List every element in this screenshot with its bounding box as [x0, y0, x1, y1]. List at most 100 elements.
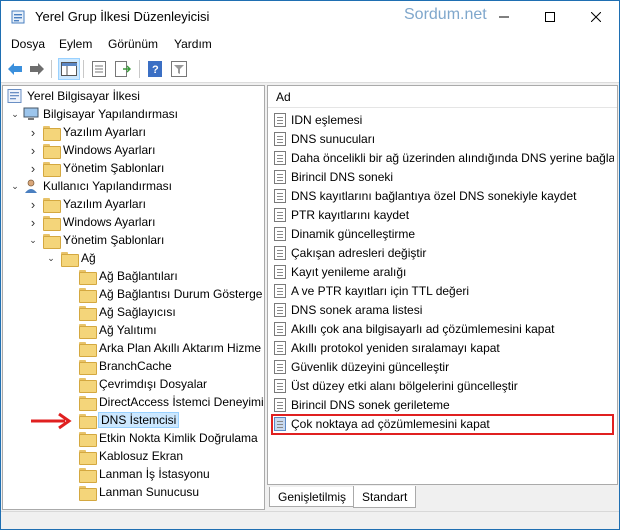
collapsed-chevron-icon[interactable]: › — [27, 197, 39, 212]
filter-button[interactable] — [169, 59, 189, 79]
policy-item-label: DNS sunucuları — [291, 131, 376, 146]
policy-item-label: Daha öncelikli bir ağ üzerinden alındığı… — [291, 150, 614, 165]
tree-item[interactable]: › Windows Ayarları — [27, 213, 155, 231]
tree-item[interactable]: DNS İstemcisi — [63, 411, 180, 429]
view-tabs: Genişletilmiş Standart — [267, 486, 618, 509]
policy-list-item[interactable]: DNS kayıtlarını bağlantıya özel DNS sone… — [274, 186, 614, 205]
policy-setting-icon — [274, 169, 286, 184]
title-bar: Yerel Grup İlkesi Düzenleyicisi Sordum.n… — [1, 1, 619, 33]
policy-setting-icon — [274, 150, 286, 165]
menu-yardim[interactable]: Yardım — [174, 37, 212, 51]
tree-item[interactable]: Lanman Sunucusu — [63, 483, 199, 501]
policy-item-label: A ve PTR kayıtları için TTL değeri — [291, 283, 470, 298]
minimize-icon — [499, 16, 509, 18]
policy-list-item[interactable]: A ve PTR kayıtları için TTL değeri — [274, 281, 614, 300]
folder-icon — [79, 323, 97, 339]
policy-item-label: Akıllı protokol yeniden sıralamayı kapat — [291, 340, 500, 355]
tree-item[interactable]: DirectAccess İstemci Deneyimi — [63, 393, 264, 411]
minimize-button[interactable] — [481, 1, 527, 33]
policy-list-item[interactable]: Akıllı protokol yeniden sıralamayı kapat — [274, 338, 614, 357]
properties-button[interactable] — [89, 59, 109, 79]
tree-item[interactable]: ⌄ Bilgisayar Yapılandırması — [9, 105, 178, 123]
tree-item[interactable]: Ağ Bağlantısı Durum Gösterge — [63, 285, 262, 303]
tree-item-label: DNS İstemcisi — [97, 412, 180, 428]
policy-list-item[interactable]: PTR kayıtlarını kaydet — [274, 205, 614, 224]
export-list-button[interactable] — [113, 59, 133, 79]
tree-item[interactable]: Ağ Yalıtımı — [63, 321, 157, 339]
tab-standard[interactable]: Standart — [353, 486, 417, 508]
tree-item-label: Çevrimdışı Dosyalar — [99, 377, 208, 391]
console-tree-pane[interactable]: Yerel Bilgisayar İlkesi ⌄ Bilgisayar Yapıl… — [2, 85, 265, 510]
policy-list-item[interactable]: Birincil DNS sonek gerileteme — [274, 395, 614, 414]
tree-item[interactable]: Arka Plan Akıllı Aktarım Hizme — [63, 339, 261, 357]
policy-list-item[interactable]: Daha öncelikli bir ağ üzerinden alındığı… — [274, 148, 614, 167]
watermark-text: Sordum.net — [404, 6, 487, 23]
menu-eylem[interactable]: Eylem — [59, 37, 92, 51]
toolbar-separator — [51, 60, 52, 78]
policy-list-item[interactable]: Dinamik güncelleştirme — [274, 224, 614, 243]
policy-list-item[interactable]: DNS sonek arama listesi — [274, 300, 614, 319]
policy-list-item[interactable]: Güvenlik düzeyini güncelleştir — [274, 357, 614, 376]
close-button[interactable] — [573, 1, 619, 33]
expanded-chevron-icon[interactable]: ⌄ — [27, 234, 39, 246]
tree-item[interactable]: Lanman İş İstasyonu — [63, 465, 210, 483]
tree-item[interactable]: Kablosuz Ekran — [63, 447, 183, 465]
tab-extended[interactable]: Genişletilmiş — [269, 487, 356, 507]
policy-list-item[interactable]: Çakışan adresleri değiştir — [274, 243, 614, 262]
menu-dosya[interactable]: Dosya — [11, 37, 45, 51]
policy-setting-icon — [274, 207, 286, 222]
show-tree-button[interactable] — [58, 58, 80, 80]
tree-item[interactable]: › Windows Ayarları — [27, 141, 155, 159]
collapsed-chevron-icon[interactable]: › — [27, 125, 39, 140]
help-button[interactable]: ? — [145, 59, 165, 79]
collapsed-chevron-icon[interactable]: › — [27, 161, 39, 176]
column-header-name[interactable]: Ad — [268, 86, 617, 108]
tree-item[interactable]: BranchCache — [63, 357, 172, 375]
tree-item[interactable]: ⌄ Ağ — [45, 249, 96, 267]
policy-list-item[interactable]: IDN eşlemesi — [274, 110, 614, 129]
tree-item[interactable]: Ağ Sağlayıcısı — [63, 303, 176, 321]
folder-icon — [43, 233, 61, 249]
policy-setting-icon — [274, 226, 286, 241]
folder-icon — [79, 287, 97, 303]
expanded-chevron-icon[interactable]: ⌄ — [9, 108, 21, 120]
tree-item[interactable]: Ağ Bağlantıları — [63, 267, 178, 285]
tree-item-label: Yazılım Ayarları — [63, 197, 146, 211]
tree-item[interactable]: Etkin Nokta Kimlik Doğrulama — [63, 429, 258, 447]
collapsed-chevron-icon[interactable]: › — [27, 215, 39, 230]
menu-gorunum[interactable]: Görünüm — [108, 37, 158, 51]
tree-item[interactable]: Yerel Bilgisayar İlkesi — [7, 87, 140, 105]
policy-list-item[interactable]: Birincil DNS soneki — [274, 167, 614, 186]
policy-list-item[interactable]: DNS sunucuları — [274, 129, 614, 148]
expanded-chevron-icon[interactable]: ⌄ — [9, 180, 21, 192]
back-button[interactable] — [5, 59, 25, 79]
expanded-chevron-icon[interactable]: ⌄ — [45, 252, 57, 264]
policy-setting-icon — [274, 302, 286, 317]
forward-button[interactable] — [27, 59, 47, 79]
policy-item-label: Üst düzey etki alanı bölgelerini güncell… — [291, 378, 518, 393]
policy-setting-icon — [274, 321, 286, 336]
policy-item-label: PTR kayıtlarını kaydet — [291, 207, 410, 222]
tree-item[interactable]: › Yazılım Ayarları — [27, 123, 146, 141]
tree-item[interactable]: › Yönetim Şablonları — [27, 159, 164, 177]
collapsed-chevron-icon[interactable]: › — [27, 143, 39, 158]
tree-item[interactable]: ⌄ Yönetim Şablonları — [27, 231, 164, 249]
policy-list-item[interactable]: Kayıt yenileme aralığı — [274, 262, 614, 281]
tree-item[interactable]: Çevrimdışı Dosyalar — [63, 375, 207, 393]
policy-item-label: Dinamik güncelleştirme — [291, 226, 416, 241]
tree-item[interactable]: › Yazılım Ayarları — [27, 195, 146, 213]
close-icon — [591, 12, 601, 22]
tree-item-label: DirectAccess İstemci Deneyimi — [99, 395, 264, 409]
highlight-annotation-box — [271, 414, 614, 435]
tree-item-label: Yerel Bilgisayar İlkesi — [27, 89, 140, 103]
policy-list-item[interactable]: Akıllı çok ana bilgisayarlı ad çözümleme… — [274, 319, 614, 338]
tree-item[interactable]: ⌄ Kullanıcı Yapılandırması — [9, 177, 172, 195]
maximize-button[interactable] — [527, 1, 573, 33]
policy-list-item[interactable]: Üst düzey etki alanı bölgelerini güncell… — [274, 376, 614, 395]
